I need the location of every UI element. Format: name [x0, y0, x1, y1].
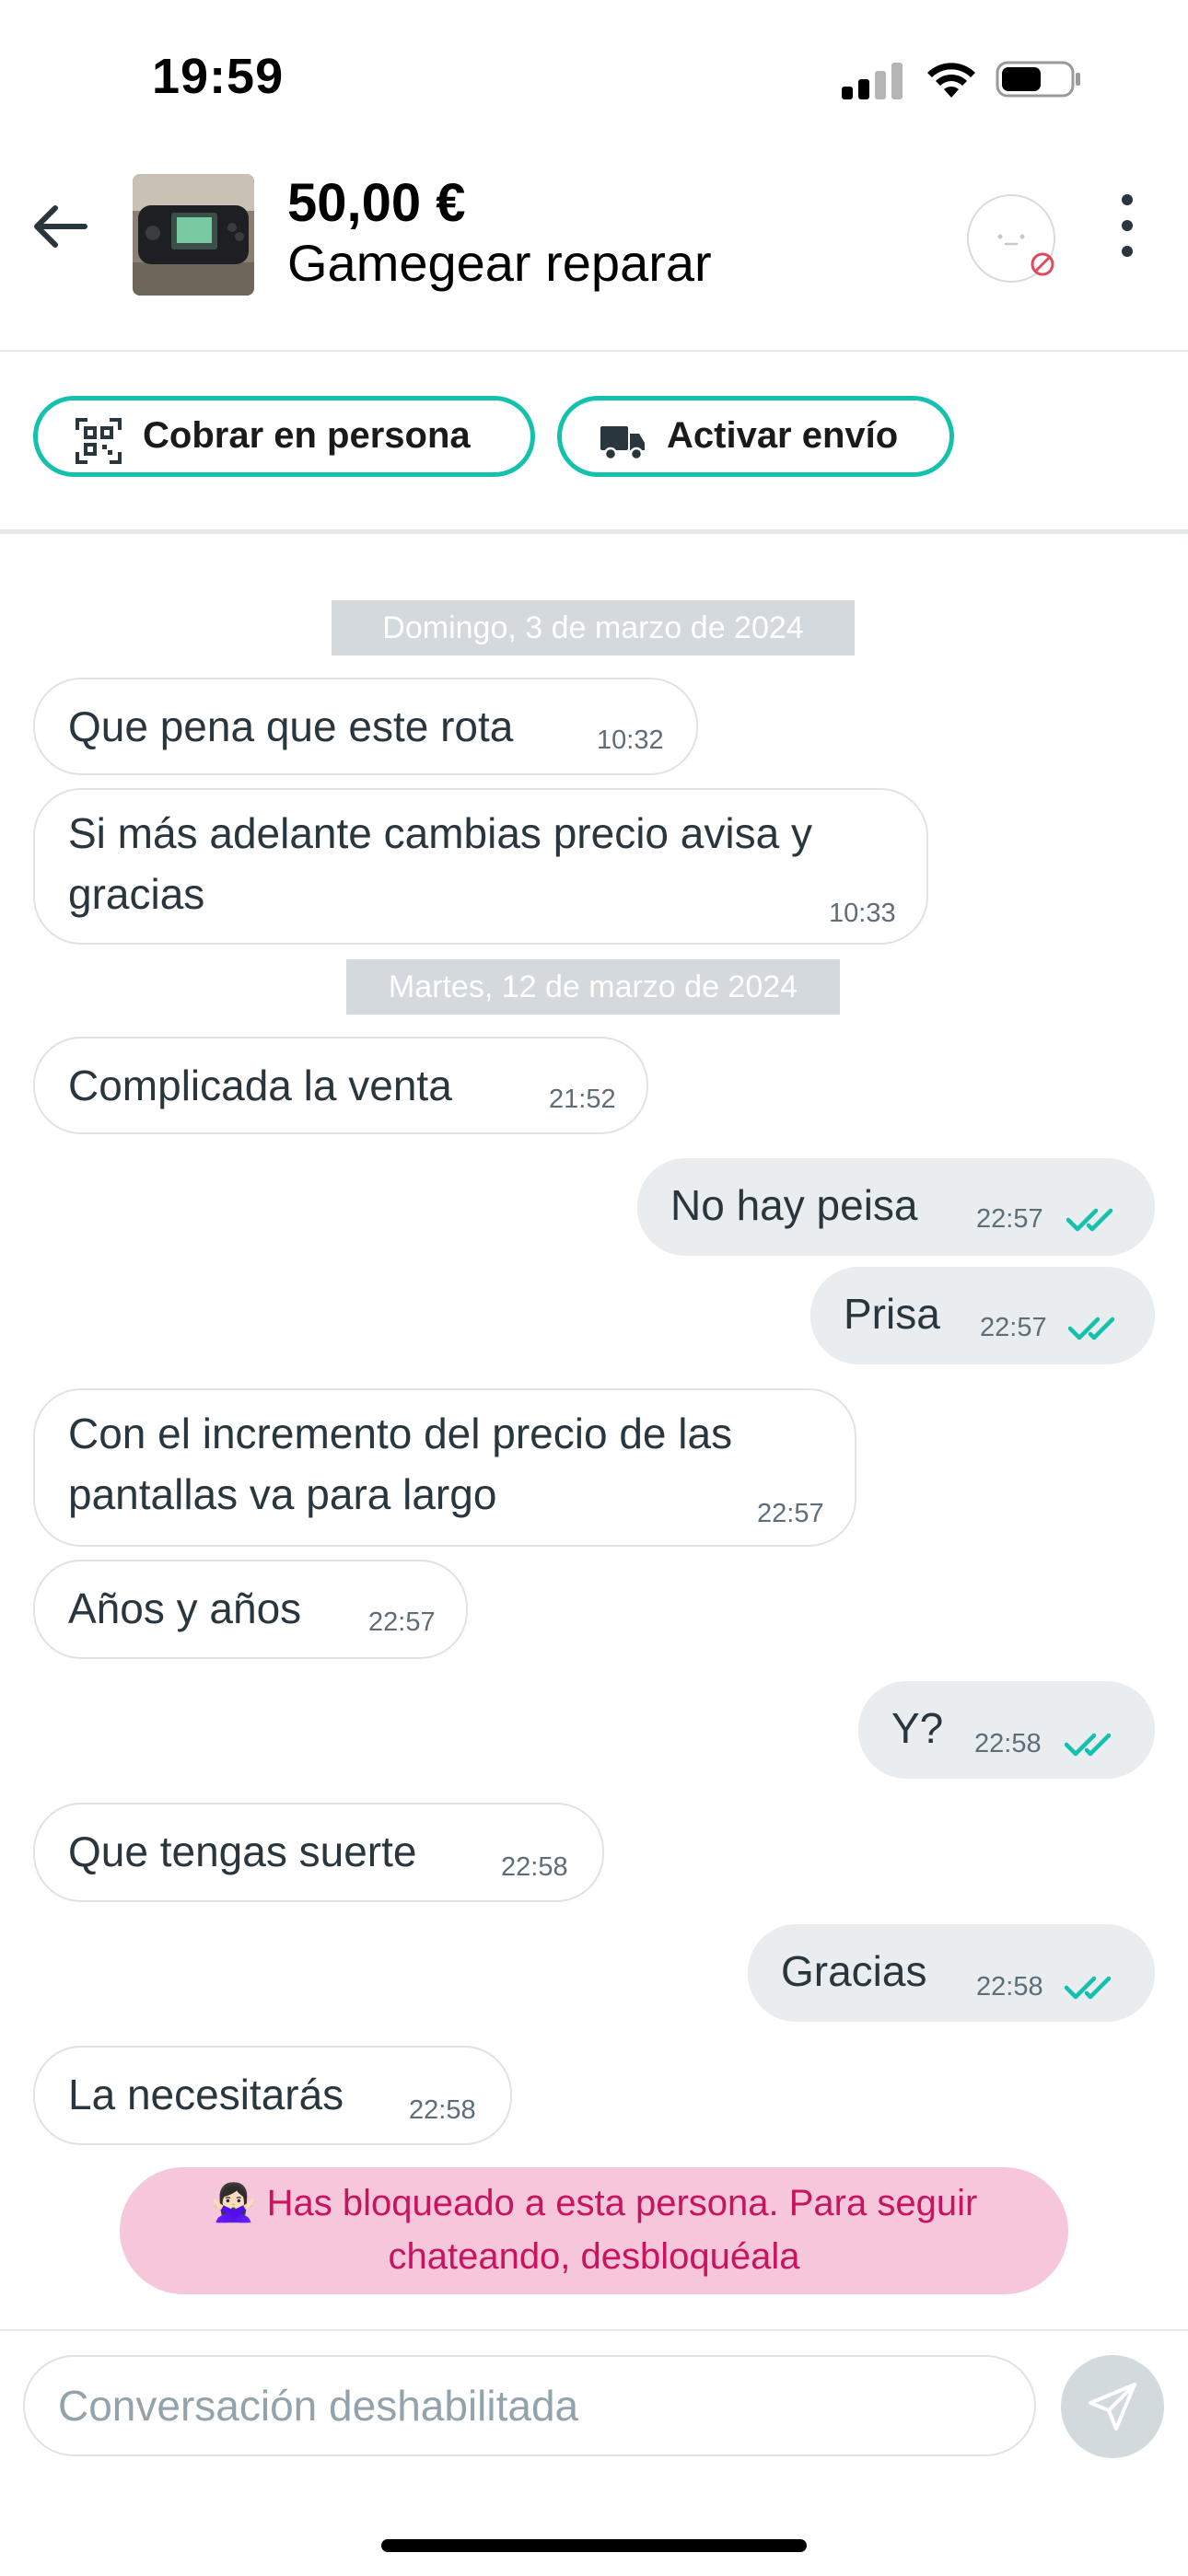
status-time: 19:59	[152, 49, 285, 104]
blocked-badge-icon	[1031, 252, 1054, 276]
product-thumbnail[interactable]	[133, 174, 254, 296]
collect-in-person-button[interactable]: Cobrar en persona	[33, 396, 535, 477]
qr-code-icon	[76, 418, 122, 464]
user-avatar[interactable]	[967, 194, 1055, 283]
message-time: 10:32	[597, 725, 664, 755]
cellular-signal-icon	[842, 63, 903, 99]
send-button[interactable]	[1061, 2355, 1164, 2458]
message-time: 22:58	[409, 2095, 476, 2125]
message-text: Años y años	[68, 1584, 302, 1632]
message-time: 22:58	[974, 1729, 1042, 1758]
send-icon	[1089, 2383, 1136, 2431]
message-text: Complicada la venta	[68, 1062, 452, 1109]
message-time: 21:52	[549, 1085, 616, 1114]
activate-shipping-label: Activar envío	[667, 415, 899, 456]
collect-in-person-label: Cobrar en persona	[143, 415, 471, 456]
message-text: gracias	[68, 870, 205, 918]
message-text: Con el incremento del precio de las	[68, 1410, 733, 1457]
battery-icon	[996, 61, 1080, 98]
message-text: Que tengas suerte	[68, 1828, 417, 1875]
date-separator: Martes, 12 de marzo de 2024	[346, 959, 840, 1015]
message-incoming: La necesitarás 22:58	[33, 2046, 512, 2145]
message-incoming: Con el incremento del precio de las pant…	[33, 1388, 856, 1547]
message-incoming: Si más adelante cambias precio avisa y g…	[33, 788, 928, 945]
product-price: 50,00 €	[287, 173, 466, 233]
read-double-check-icon	[1065, 1976, 1112, 2000]
blocked-notice-line-1: 🙅🏻‍♀️ Has bloqueado a esta persona. Para…	[120, 2176, 1068, 2230]
composer-bar: Conversación deshabilitada	[0, 2329, 1188, 2576]
back-arrow-icon[interactable]	[28, 193, 94, 260]
blocked-notice[interactable]: 🙅🏻‍♀️ Has bloqueado a esta persona. Para…	[120, 2167, 1068, 2294]
status-bar: 19:59	[0, 0, 1188, 161]
message-outgoing: Prisa 22:57	[810, 1267, 1155, 1364]
truck-icon	[600, 426, 645, 461]
activate-shipping-button[interactable]: Activar envío	[557, 396, 954, 477]
message-time: 22:57	[368, 1607, 436, 1637]
message-incoming: Complicada la venta 21:52	[33, 1037, 648, 1134]
blocked-text-1: Has bloqueado a esta persona. Para segui…	[266, 2183, 978, 2223]
message-time: 22:58	[976, 1972, 1043, 2002]
message-outgoing: No hay peisa 22:57	[637, 1158, 1155, 1256]
read-double-check-icon	[1068, 1317, 1115, 1340]
chat-header: 50,00 € Gamegear reparar	[0, 161, 1188, 352]
message-time: 22:57	[976, 1204, 1043, 1234]
product-title: Gamegear reparar	[287, 234, 712, 292]
blocked-text-2: chateando, desbloquéala	[388, 2236, 800, 2277]
wifi-icon	[927, 63, 975, 98]
home-indicator	[381, 2539, 807, 2552]
message-text: Y?	[891, 1704, 944, 1752]
message-text: Prisa	[844, 1290, 940, 1338]
message-text: Gracias	[781, 1947, 927, 1995]
more-options-icon[interactable]	[1103, 181, 1151, 270]
message-incoming: Años y años 22:57	[33, 1560, 468, 1659]
message-incoming: Que pena que este rota 10:32	[33, 678, 698, 775]
read-double-check-icon	[1065, 1733, 1112, 1757]
message-text: No hay peisa	[670, 1181, 918, 1229]
message-incoming: Que tengas suerte 22:58	[33, 1803, 604, 1902]
message-outgoing: Y? 22:58	[858, 1681, 1155, 1779]
message-time: 22:57	[757, 1499, 824, 1528]
message-time: 22:57	[980, 1313, 1047, 1342]
message-text: Que pena que este rota	[68, 702, 514, 750]
date-separator: Domingo, 3 de marzo de 2024	[332, 600, 855, 656]
message-time: 10:33	[829, 899, 896, 928]
action-bar: Cobrar en persona Activar envío	[0, 350, 1188, 534]
message-text: La necesitarás	[68, 2071, 344, 2118]
message-text: Si más adelante cambias precio avisa y	[68, 809, 812, 857]
message-input[interactable]: Conversación deshabilitada	[23, 2355, 1036, 2456]
read-double-check-icon	[1066, 1208, 1113, 1232]
message-time: 22:58	[501, 1852, 568, 1882]
message-text: pantallas va para largo	[68, 1470, 497, 1518]
blocked-emoji: 🙅🏻‍♀️	[210, 2183, 257, 2223]
message-outgoing: Gracias 22:58	[748, 1924, 1155, 2022]
